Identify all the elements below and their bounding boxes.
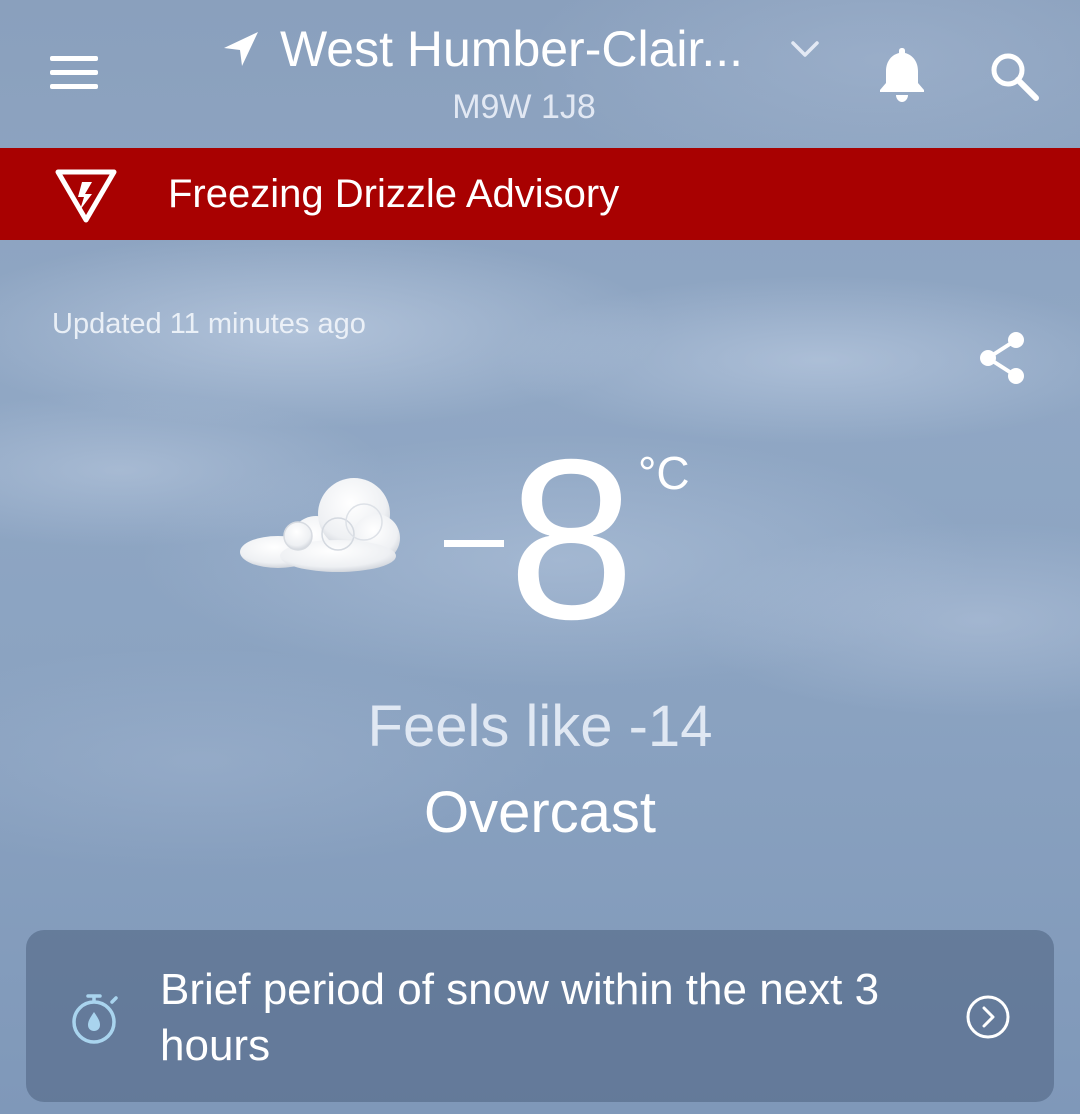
navigation-arrow-icon (224, 32, 258, 66)
weather-alert-banner[interactable]: Freezing Drizzle Advisory (0, 148, 1080, 240)
location-selector[interactable]: West Humber-Clair... (216, 14, 836, 84)
condition-text: Overcast (423, 780, 657, 845)
search-button[interactable] (986, 48, 1044, 106)
cloud-icon (240, 478, 400, 572)
search-icon (991, 53, 1039, 101)
alert-title: Freezing Drizzle Advisory (168, 172, 620, 216)
temperature-unit: °C (638, 447, 690, 499)
chevron-down-icon (791, 41, 819, 57)
last-updated: Updated 11 minutes ago (52, 308, 366, 340)
warning-triangle-icon (55, 169, 117, 223)
notifications-button[interactable] (874, 44, 930, 104)
temperature-negative-sign (444, 540, 504, 547)
chevron-right-circle-icon[interactable] (964, 993, 1012, 1041)
feels-like: Feels like -14 (367, 694, 713, 759)
bell-icon (880, 48, 924, 102)
precipitation-nowcast-card[interactable]: Brief period of snow within the next 3 h… (26, 930, 1054, 1102)
location-name: West Humber-Clair... (280, 21, 744, 77)
nowcast-message: Brief period of snow within the next 3 h… (160, 965, 880, 1070)
app-header: West Humber-Clair... M9W 1J8 (0, 0, 1080, 148)
hamburger-menu-icon (50, 56, 98, 61)
weather-screen: West Humber-Clair... M9W 1J8 Freezing Dr… (0, 0, 1080, 1114)
stopwatch-droplet-icon (72, 994, 118, 1044)
share-icon (980, 332, 1024, 384)
share-button[interactable] (972, 328, 1032, 388)
current-temperature: 8 (508, 413, 635, 667)
